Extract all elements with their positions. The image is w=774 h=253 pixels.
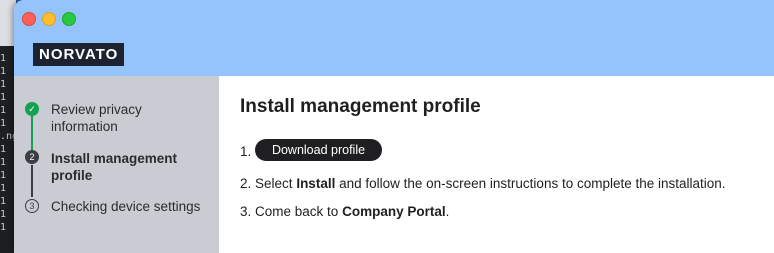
item-text: and follow the on-screen instructions to…: [335, 176, 726, 191]
item-text: Select: [255, 176, 297, 191]
item-text: .: [445, 204, 450, 219]
instruction-item-1: 1.: [240, 144, 251, 159]
window-titlebar[interactable]: NORVATO: [14, 0, 774, 76]
setup-steps-sidebar: ✓ Review privacy information 2 Install m…: [14, 76, 219, 253]
zoom-window-button[interactable]: [62, 12, 76, 26]
download-profile-button[interactable]: Download profile: [255, 139, 382, 161]
step-label: Install management profile: [51, 151, 178, 183]
company-portal-emphasis: Company Portal: [342, 204, 446, 219]
item-number: 2.: [240, 176, 252, 191]
main-content: Install management profile 1. Download p…: [219, 76, 774, 253]
company-portal-window: NORVATO ✓ Review privacy information 2 I…: [14, 0, 774, 253]
page-title: Install management profile: [240, 96, 481, 117]
checkmark-icon: ✓: [25, 102, 39, 116]
install-emphasis: Install: [296, 176, 336, 191]
step-connector-2: [31, 165, 33, 197]
company-logo: NORVATO: [33, 43, 125, 66]
item-text: Come back to: [255, 204, 343, 219]
instruction-item-3: 3. Come back to Company Portal.: [240, 204, 449, 219]
step-connector-1: [31, 116, 33, 152]
step-number-3-icon: 3: [25, 199, 39, 213]
close-window-button[interactable]: [22, 12, 36, 26]
minimize-window-button[interactable]: [42, 12, 56, 26]
step-number-2-icon: 2: [25, 150, 39, 164]
item-number: 3.: [240, 204, 252, 219]
instruction-item-2: 2. Select Install and follow the on-scre…: [240, 176, 726, 191]
step-label: Review privacy information: [51, 102, 142, 134]
step-label: Checking device settings: [51, 199, 201, 214]
item-number: 1.: [240, 144, 252, 159]
